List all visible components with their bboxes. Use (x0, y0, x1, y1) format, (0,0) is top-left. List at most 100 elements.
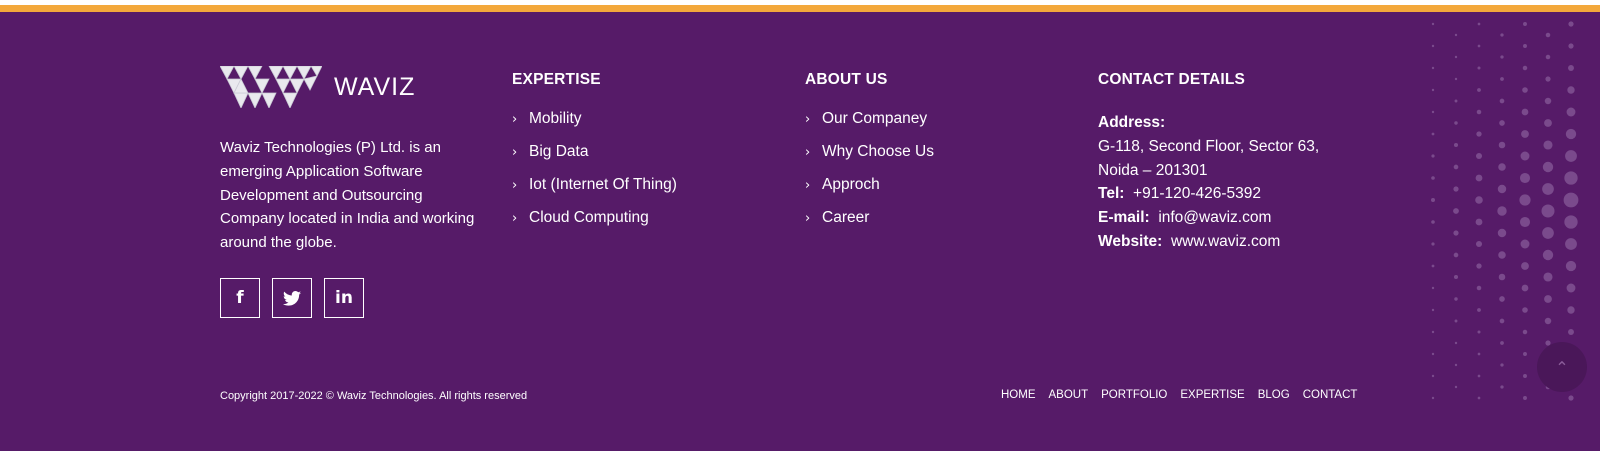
decorative-dot (1475, 174, 1483, 182)
decorative-dot (1454, 341, 1458, 345)
expertise-link-big-data[interactable]: › Big Data (512, 143, 677, 176)
decorative-dot (1541, 204, 1555, 218)
expertise-link-mobility[interactable]: › Mobility (512, 110, 677, 143)
decorative-dot (1431, 352, 1435, 356)
decorative-dot (1477, 88, 1481, 92)
decorative-dot (1477, 22, 1481, 26)
decorative-dot (1544, 295, 1552, 303)
decorative-dot (1568, 43, 1574, 49)
decorative-dot (1521, 130, 1529, 138)
decorative-dot (1498, 273, 1506, 281)
decorative-dot (1500, 341, 1504, 345)
decorative-dot (1431, 396, 1435, 400)
decorative-dot (1499, 296, 1505, 302)
social-links: f in (220, 278, 364, 318)
footer-nav: HOME ABOUT PORTFOLIO EXPERTISE BLOG CONT… (1001, 389, 1370, 401)
decorative-dot (1522, 307, 1528, 313)
decorative-dot (1431, 220, 1435, 224)
expertise-link-cloud[interactable]: › Cloud Computing (512, 209, 677, 242)
decorative-dot (1500, 363, 1504, 367)
decorative-dot (1499, 120, 1505, 126)
decorative-dot (1431, 242, 1435, 246)
footer-nav-expertise[interactable]: EXPERTISE (1180, 389, 1244, 401)
about-link-why-choose-us[interactable]: › Why Choose Us (805, 143, 934, 176)
chevron-right-icon: › (512, 211, 518, 226)
decorative-dot (1566, 283, 1576, 293)
decorative-dot (1545, 54, 1551, 60)
decorative-dot (1568, 65, 1574, 71)
decorative-dot (1568, 395, 1574, 401)
decorative-dot (1519, 216, 1531, 228)
decorative-dot (1542, 161, 1554, 173)
decorative-dot (1497, 184, 1507, 194)
footer-nav-home[interactable]: HOME (1001, 389, 1036, 401)
decorative-dot (1431, 286, 1435, 290)
decorative-dot (1454, 77, 1458, 81)
footer-nav-portfolio[interactable]: PORTFOLIO (1101, 389, 1167, 401)
company-description: Waviz Technologies (P) Ltd. is an emergi… (220, 139, 475, 252)
decorative-dot (1477, 308, 1481, 312)
decorative-dot (1520, 151, 1530, 161)
facebook-icon: f (236, 288, 244, 308)
decorative-dot (1545, 76, 1551, 82)
email-label: E-mail: (1098, 209, 1150, 227)
decorative-dot (1477, 330, 1481, 334)
chevron-right-icon: › (805, 112, 811, 127)
decorative-dot (1565, 150, 1577, 162)
expertise-links: › Mobility › Big Data › Iot (Internet Of Th… (512, 110, 677, 242)
decorative-dot (1521, 284, 1529, 292)
decorative-dot (1542, 227, 1554, 239)
about-link-approach[interactable]: › Approch (805, 176, 934, 209)
decorative-dot (1544, 317, 1552, 325)
decorative-dot (1453, 208, 1459, 214)
decorative-dot (1568, 21, 1574, 27)
footer-nav-about[interactable]: ABOUT (1049, 389, 1089, 401)
footer-logo[interactable]: WAVIZ (220, 66, 415, 108)
decorative-dot (1475, 152, 1483, 160)
decorative-dot (1563, 192, 1579, 208)
footer-nav-contact[interactable]: CONTACT (1303, 389, 1358, 401)
decorative-dot (1477, 66, 1481, 70)
chevron-right-icon: › (512, 112, 518, 127)
tel-label: Tel: (1098, 185, 1125, 203)
decorative-dot (1522, 87, 1528, 93)
about-link-career[interactable]: › Career (805, 209, 934, 242)
decorative-dot (1477, 352, 1481, 356)
decorative-dot (1454, 99, 1458, 103)
facebook-button[interactable]: f (220, 278, 260, 318)
decorative-dot (1567, 86, 1575, 94)
expertise-link-iot[interactable]: › Iot (Internet Of Thing) (512, 176, 677, 209)
decorative-dot (1519, 172, 1531, 184)
decorative-dot (1431, 176, 1435, 180)
footer-nav-blog[interactable]: BLOG (1258, 389, 1290, 401)
tel-value[interactable]: +91-120-426-5392 (1133, 185, 1261, 202)
scroll-to-top-button[interactable]: ⌃ (1537, 342, 1587, 392)
decorative-dot (1523, 44, 1527, 48)
decorative-dot (1519, 194, 1531, 206)
decorative-dot (1523, 352, 1527, 356)
decorative-dot (1542, 249, 1554, 261)
decorative-dot (1431, 308, 1435, 312)
decorative-dot (1521, 108, 1529, 116)
about-link-company[interactable]: › Our Companey (805, 110, 934, 143)
copyright-text: Copyright 2017-2022 © Waviz Technologies… (220, 390, 528, 402)
decorative-dot (1431, 22, 1435, 26)
decorative-dot (1431, 88, 1435, 92)
decorative-dot (1477, 374, 1481, 378)
contact-heading: CONTACT DETAILS (1098, 71, 1246, 88)
website-value[interactable]: www.waviz.com (1171, 233, 1280, 250)
decorative-dot (1454, 297, 1458, 301)
email-value[interactable]: info@waviz.com (1158, 209, 1271, 226)
twitter-button[interactable] (272, 278, 312, 318)
decorative-dot (1431, 264, 1435, 268)
decorative-dot (1500, 77, 1504, 81)
decorative-dot (1477, 396, 1481, 400)
site-footer: WAVIZ Waviz Technologies (P) Ltd. is an … (0, 12, 1600, 451)
decorative-dot (1523, 396, 1527, 400)
linkedin-button[interactable]: in (324, 278, 364, 318)
logo-wordmark: WAVIZ (334, 72, 416, 101)
decorative-dot (1499, 318, 1505, 324)
chevron-right-icon: › (805, 178, 811, 193)
linkedin-icon: in (335, 288, 353, 308)
decorative-dot (1453, 164, 1459, 170)
